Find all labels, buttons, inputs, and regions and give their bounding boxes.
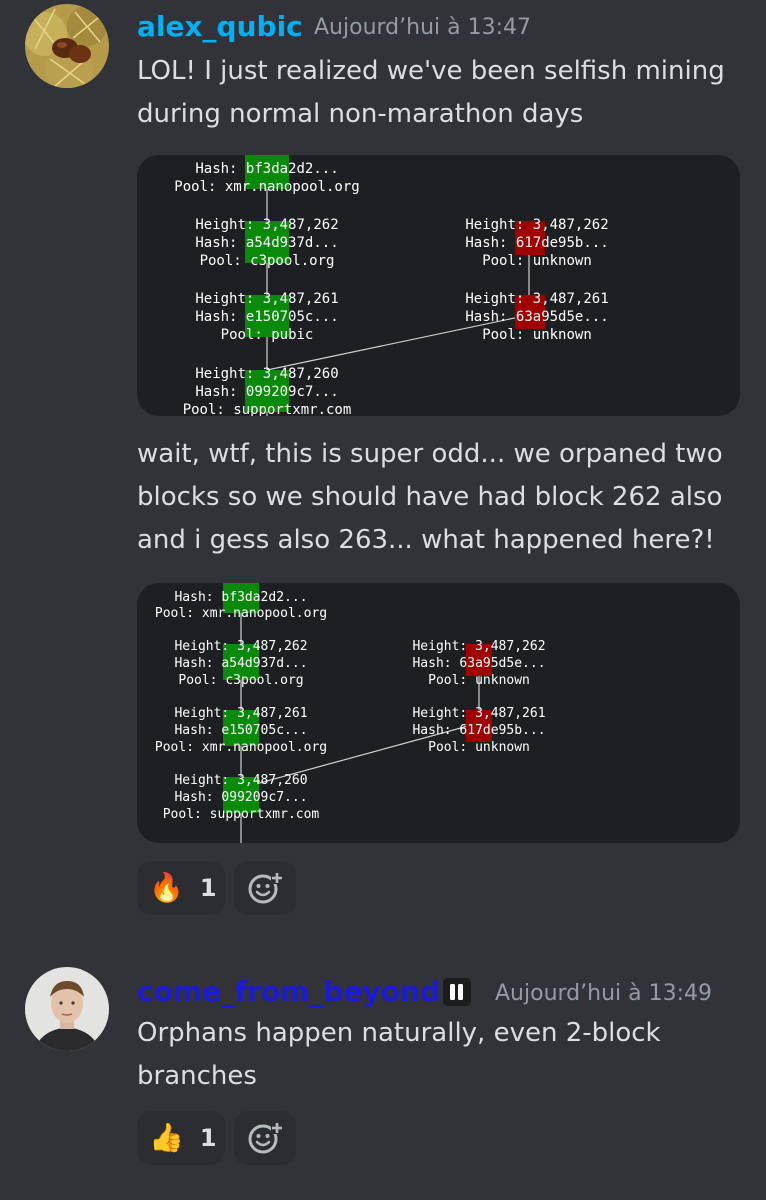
r262-pool: Pool: unknown [428, 673, 530, 688]
l261-hash: Hash: e150705c... [174, 723, 307, 738]
b260-pool: Pool: supportxmr.com [183, 402, 352, 416]
b263-pool: Pool: xmr.nanopool.org [174, 179, 359, 195]
username[interactable]: alex_qubic [137, 10, 303, 43]
message-text: wait, wtf, this is super odd... we orpan… [137, 439, 723, 555]
role-badge-icon [443, 978, 471, 1006]
avatar[interactable] [25, 4, 109, 88]
image-attachment[interactable]: Hash: bf3da2d2... Pool: xmr.nanopool.org… [137, 583, 740, 843]
b260-height: Height: 3,487,260 [174, 773, 307, 788]
r262-height: Height: 3,487,262 [412, 639, 545, 654]
b260-height: Height: 3,487,260 [195, 366, 338, 382]
r261-hash: Hash: 617de95b... [412, 723, 545, 738]
add-reaction-button[interactable] [234, 861, 296, 915]
avatar[interactable] [25, 967, 109, 1051]
message-text: Orphans happen naturally, even 2-block b… [137, 1018, 661, 1091]
b260-hash: Hash: 099209c7... [174, 790, 307, 805]
l262-pool: Pool: c3pool.org [200, 253, 335, 269]
timestamp: Aujourd’hui à 13:49 [495, 981, 712, 1006]
reaction-count: 1 [199, 1124, 217, 1152]
l261-height: Height: 3,487,261 [195, 291, 338, 307]
l262-hash: Hash: a54d937d... [174, 656, 307, 671]
r262-height: Height: 3,487,262 [465, 217, 608, 233]
l262-height: Height: 3,487,262 [195, 217, 338, 233]
add-reaction-button[interactable] [234, 1111, 296, 1165]
l261-height: Height: 3,487,261 [174, 706, 307, 721]
fire-icon: 🔥 [149, 871, 184, 904]
thumbs-up-icon: 👍 [149, 1121, 184, 1154]
r262-hash: Hash: 617de95b... [465, 235, 608, 251]
reaction-count: 1 [199, 874, 217, 902]
username[interactable]: come_from_beyond [137, 975, 440, 1008]
reaction-fire[interactable]: 🔥 1 [137, 861, 225, 915]
message-text: LOL! I just realized we've been selfish … [137, 56, 725, 129]
person-avatar-image [25, 967, 109, 1051]
r261-hash: Hash: 63a95d5e... [465, 309, 608, 325]
timestamp: Aujourd’hui à 13:47 [314, 15, 531, 40]
r261-pool: Pool: unknown [482, 327, 592, 343]
b263-hash: Hash: bf3da2d2... [195, 161, 338, 177]
blockchain-diagram: Hash: bf3da2d2... Pool: xmr.nanopool.org… [174, 155, 609, 416]
r261-height: Height: 3,487,261 [412, 706, 545, 721]
l262-pool: Pool: c3pool.org [178, 673, 303, 688]
b260-hash: Hash: 099209c7... [195, 384, 338, 400]
l261-pool: Pool: pubic [221, 327, 314, 343]
l262-hash: Hash: a54d937d... [195, 235, 338, 251]
l262-height: Height: 3,487,262 [174, 639, 307, 654]
l261-hash: Hash: e150705c... [195, 309, 338, 325]
r262-pool: Pool: unknown [482, 253, 592, 269]
reaction-thumbs-up[interactable]: 👍 1 [137, 1111, 225, 1165]
b263-hash: Hash: bf3da2d2... [174, 590, 307, 605]
b260-pool: Pool: supportxmr.com [163, 807, 320, 822]
chestnut-avatar-image [25, 4, 109, 88]
blockchain-diagram: Hash: bf3da2d2... Pool: xmr.nanopool.org… [155, 583, 546, 843]
add-reaction-icon [248, 1122, 283, 1154]
r261-height: Height: 3,487,261 [465, 291, 608, 307]
add-reaction-icon [248, 872, 283, 904]
b263-pool: Pool: xmr.nanopool.org [155, 606, 327, 621]
image-attachment[interactable]: Hash: bf3da2d2... Pool: xmr.nanopool.org… [137, 155, 740, 416]
r261-pool: Pool: unknown [428, 740, 530, 755]
l261-pool: Pool: xmr.nanopool.org [155, 740, 327, 755]
r262-hash: Hash: 63a95d5e... [412, 656, 545, 671]
